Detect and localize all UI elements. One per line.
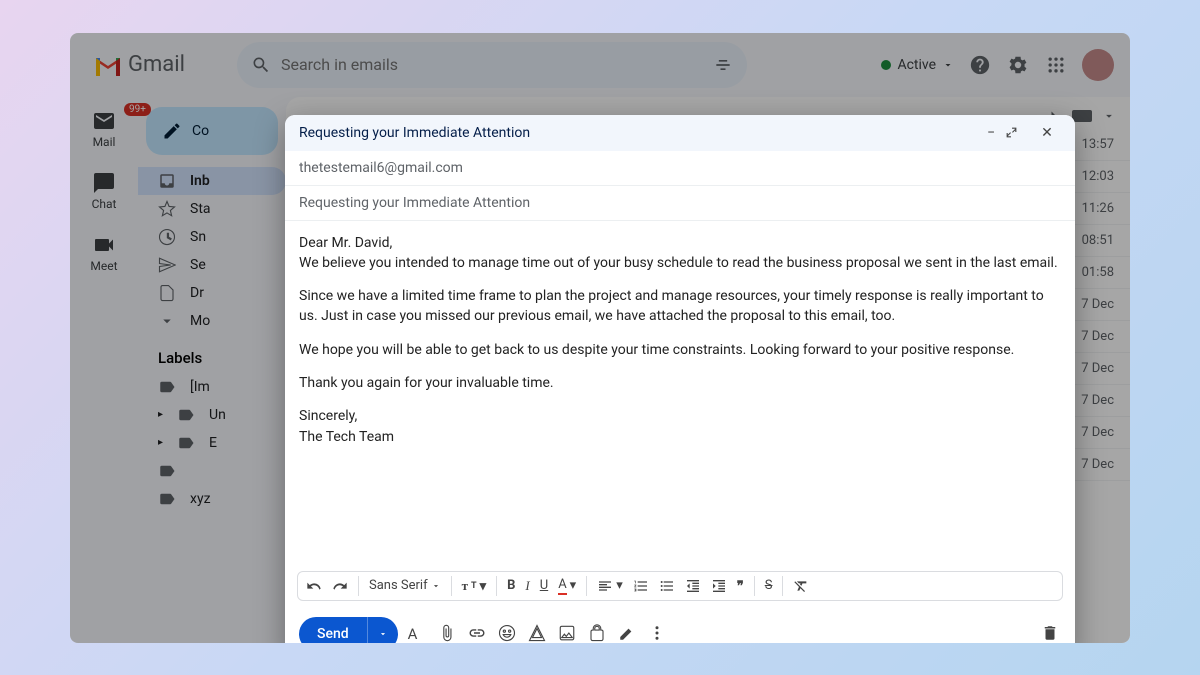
send-button[interactable]: Send (299, 617, 367, 643)
indent-more-icon[interactable] (711, 578, 727, 594)
subject-field[interactable]: Requesting your Immediate Attention (285, 186, 1075, 221)
undo-icon[interactable] (306, 578, 322, 594)
compose-window: Requesting your Immediate Attention − ✕ … (285, 115, 1075, 643)
align-icon[interactable]: ▾ (597, 578, 623, 594)
close-icon[interactable]: ✕ (1033, 125, 1061, 141)
send-options[interactable] (367, 617, 398, 643)
strikethrough-icon[interactable]: S (765, 578, 773, 593)
italic-icon[interactable]: I (525, 578, 529, 594)
numbered-list-icon[interactable] (633, 578, 649, 594)
text-color-icon[interactable]: A ▾ (558, 577, 576, 595)
indent-less-icon[interactable] (685, 578, 701, 594)
image-icon[interactable] (558, 624, 578, 643)
attach-icon[interactable] (438, 624, 458, 643)
font-size-icon[interactable]: тT ▾ (462, 578, 487, 594)
font-select[interactable]: Sans Serif (369, 578, 441, 593)
compose-title: Requesting your Immediate Attention (299, 125, 977, 141)
trash-icon[interactable] (1041, 624, 1061, 643)
quote-icon[interactable]: ❞ (737, 578, 744, 594)
clear-format-icon[interactable] (793, 578, 809, 594)
compose-body[interactable]: Dear Mr. David,We believe you intended t… (285, 221, 1075, 565)
minimize-icon[interactable]: − (977, 125, 1005, 141)
fullscreen-exit-icon[interactable] (1005, 126, 1033, 139)
drive-icon[interactable] (528, 624, 548, 643)
compose-header[interactable]: Requesting your Immediate Attention − ✕ (285, 115, 1075, 151)
bullet-list-icon[interactable] (659, 578, 675, 594)
text-format-icon[interactable]: A (408, 624, 428, 643)
to-field[interactable]: thetestemail6@gmail.com (285, 151, 1075, 186)
more-icon[interactable] (648, 624, 668, 643)
bold-icon[interactable]: B (507, 578, 515, 593)
confidential-icon[interactable] (588, 624, 608, 643)
compose-actions: Send A (285, 607, 1075, 643)
emoji-icon[interactable] (498, 624, 518, 643)
underline-icon[interactable]: U (540, 578, 548, 593)
signature-icon[interactable] (618, 624, 638, 643)
redo-icon[interactable] (332, 578, 348, 594)
format-toolbar: Sans Serif тT ▾ B I U A ▾ ▾ ❞ S (297, 571, 1063, 601)
link-icon[interactable] (468, 624, 488, 643)
